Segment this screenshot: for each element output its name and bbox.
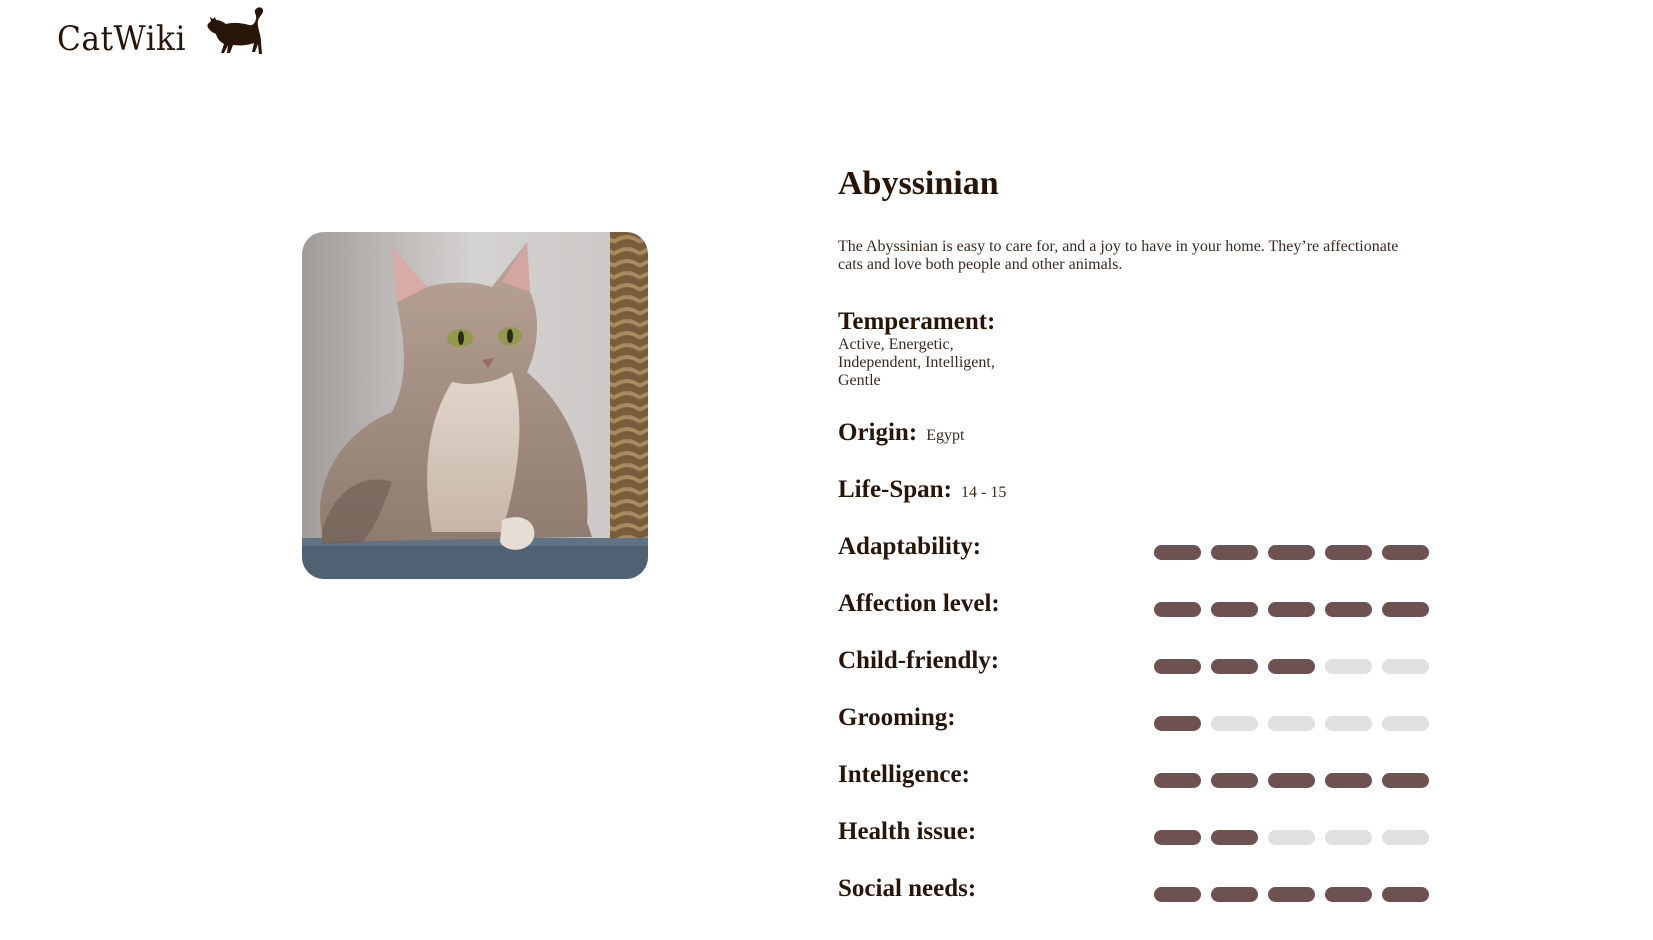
breed-photo	[302, 232, 648, 579]
rating-bars	[1154, 545, 1429, 560]
rating-label: Affection level:	[838, 590, 1000, 617]
rating-label: Social needs:	[838, 875, 977, 902]
rating-bar-filled	[1211, 887, 1258, 902]
rating-bars	[1154, 659, 1429, 674]
rating-bar-filled	[1268, 545, 1315, 560]
rating-bar-filled	[1154, 773, 1201, 788]
site-header: CatWiki	[57, 4, 269, 60]
rating-bar-filled	[1325, 887, 1372, 902]
rating-bar-empty	[1382, 830, 1429, 845]
rating-bar-filled	[1382, 545, 1429, 560]
rating-bars	[1154, 773, 1429, 788]
rating-label: Child-friendly:	[838, 647, 1000, 674]
breed-info: Abyssinian The Abyssinian is easy to car…	[838, 160, 1438, 902]
breed-description: The Abyssinian is easy to care for, and …	[838, 238, 1399, 273]
cat-photo-image	[302, 232, 648, 579]
rating-row: Adaptability:	[838, 531, 1429, 563]
rating-bars	[1154, 716, 1429, 731]
rating-bars	[1154, 887, 1429, 902]
temperament-label: Temperament:	[838, 308, 996, 335]
rating-bar-empty	[1382, 659, 1429, 674]
rating-row: Affection level:	[838, 588, 1429, 620]
rating-label: Adaptability:	[838, 533, 982, 560]
rating-bar-empty	[1325, 830, 1372, 845]
origin-label: Origin:	[838, 419, 918, 446]
rating-bar-filled	[1154, 602, 1201, 617]
rating-bar-filled	[1154, 716, 1201, 731]
rating-bar-filled	[1211, 830, 1258, 845]
rating-bar-filled	[1268, 602, 1315, 617]
breed-name: Abyssinian	[838, 165, 999, 202]
cat-silhouette-icon	[207, 7, 264, 54]
rating-label: Grooming:	[838, 704, 956, 731]
rating-bar-filled	[1154, 659, 1201, 674]
rating-bar-filled	[1382, 602, 1429, 617]
rating-bar-filled	[1325, 773, 1372, 788]
rating-label: Intelligence:	[838, 761, 970, 788]
rating-row: Social needs:	[838, 873, 1429, 905]
rating-bar-filled	[1268, 773, 1315, 788]
rating-bar-filled	[1154, 887, 1201, 902]
rating-bars	[1154, 830, 1429, 845]
rating-bar-filled	[1325, 545, 1372, 560]
rating-bars	[1154, 602, 1429, 617]
origin-value: Egypt	[926, 427, 965, 444]
rating-bar-filled	[1154, 545, 1201, 560]
rating-bar-empty	[1211, 716, 1258, 731]
rating-bar-empty	[1268, 830, 1315, 845]
rating-bar-filled	[1154, 830, 1201, 845]
rating-bar-filled	[1268, 887, 1315, 902]
rating-bar-filled	[1325, 602, 1372, 617]
rating-row: Health issue:	[838, 816, 1429, 848]
logo-text[interactable]: CatWiki	[57, 22, 186, 56]
rating-bar-filled	[1211, 602, 1258, 617]
rating-bar-empty	[1325, 659, 1372, 674]
rating-bar-filled	[1211, 773, 1258, 788]
rating-bar-filled	[1211, 545, 1258, 560]
temperament-value: Active, Energetic, Independent, Intellig…	[838, 336, 995, 389]
rating-label: Health issue:	[838, 818, 977, 845]
origin-row: Origin: Egypt	[838, 417, 1428, 449]
rating-bar-filled	[1268, 659, 1315, 674]
rating-row: Child-friendly:	[838, 645, 1429, 677]
lifespan-label: Life-Span:	[838, 476, 952, 503]
lifespan-row: Life-Span: 14 - 15	[838, 474, 1428, 506]
rating-bar-filled	[1382, 887, 1429, 902]
lifespan-value: 14 - 15	[961, 484, 1007, 501]
rating-row: Grooming:	[838, 702, 1429, 734]
rating-bar-filled	[1211, 659, 1258, 674]
rating-bar-empty	[1382, 716, 1429, 731]
rating-row: Intelligence:	[838, 759, 1429, 791]
temperament-section: Temperament: Active, Energetic, Independ…	[838, 308, 1008, 390]
rating-bar-empty	[1268, 716, 1315, 731]
rating-bar-filled	[1382, 773, 1429, 788]
rating-bar-empty	[1325, 716, 1372, 731]
